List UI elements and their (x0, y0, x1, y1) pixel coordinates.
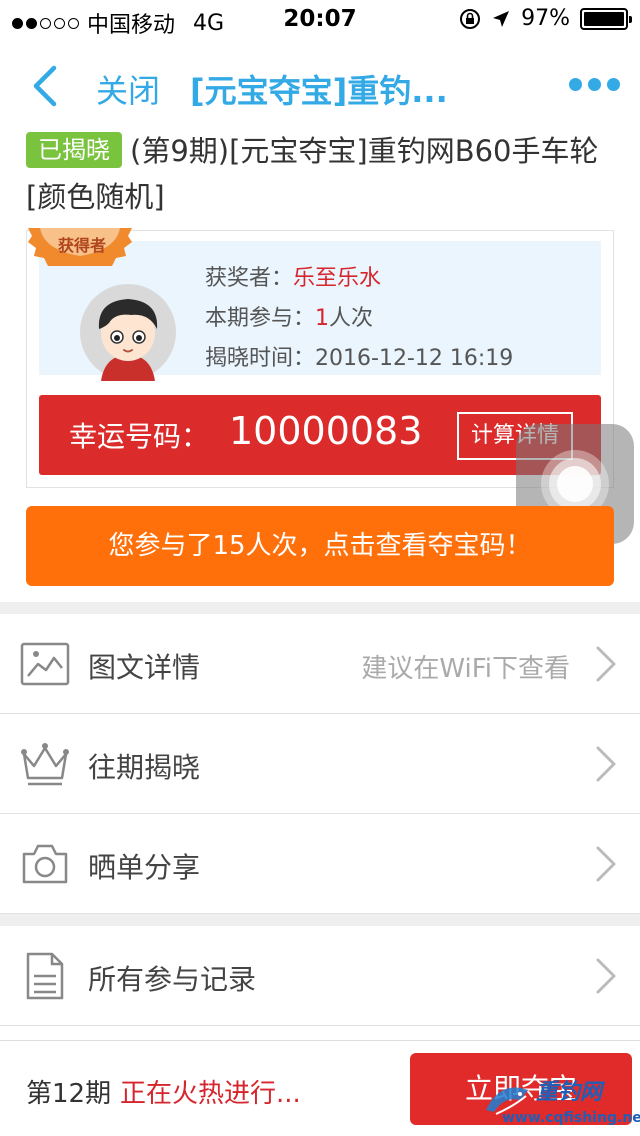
menu-item-label: 晒单分享 (88, 851, 201, 884)
more-options-icon[interactable] (569, 78, 620, 91)
chevron-right-icon (596, 846, 616, 882)
winner-badge-label: 获得者 (57, 236, 106, 255)
chevron-right-icon (596, 958, 616, 994)
rotation-lock-icon (460, 8, 481, 29)
participation-line: 本期参与：1人次 (205, 299, 513, 339)
camera-icon (22, 844, 68, 884)
reveal-time-line: 揭晓时间：2016-12-12 16:19 (205, 339, 513, 379)
revealed-tag: 已揭晓 (26, 132, 122, 168)
winner-line: 获奖者：乐至乐水 (205, 259, 513, 299)
lucky-number: 10000083 (229, 409, 423, 453)
reveal-time-label: 揭晓时间： (205, 346, 316, 371)
battery-percent: 97% (521, 6, 570, 31)
participation-count: 1 (315, 306, 330, 331)
current-period-status[interactable]: 正在火热进行... (120, 1073, 301, 1110)
back-arrow-icon[interactable] (28, 64, 68, 108)
crown-icon (21, 743, 69, 786)
chevron-right-icon (596, 746, 616, 782)
menu-item-share[interactable]: 晒单分享 (0, 814, 640, 914)
site-watermark: 重钓网 www.cqfishing.net (480, 1066, 640, 1132)
participation-label: 本期参与： (205, 306, 316, 331)
menu-item-label: 所有参与记录 (88, 963, 257, 996)
watermark-text: 重钓网 (536, 1080, 603, 1105)
menu-item-past-results[interactable]: 往期揭晓 (0, 714, 640, 814)
watermark-url: www.cqfishing.net (502, 1110, 640, 1126)
menu-item-all-records[interactable]: 所有参与记录 (0, 926, 640, 1026)
menu-item-details[interactable]: 图文详情 建议在WiFi下查看 (0, 614, 640, 714)
participation-unit: 人次 (329, 306, 374, 331)
menu-item-hint: 建议在WiFi下查看 (361, 654, 570, 684)
close-button[interactable]: 关闭 (96, 66, 160, 112)
winner-avatar (79, 283, 177, 381)
status-right: 97% (459, 6, 632, 31)
current-period: 第12期 (26, 1079, 112, 1109)
image-icon (20, 642, 70, 686)
status-bar: 中国移动 4G 20:07 97% (0, 0, 640, 40)
document-icon (26, 952, 64, 1000)
battery-icon (580, 7, 632, 30)
menu-item-label: 图文详情 (88, 651, 201, 684)
winner-label: 获奖者： (205, 266, 294, 291)
winner-details: 获奖者：乐至乐水 本期参与：1人次 揭晓时间：2016-12-12 16:19 (205, 259, 513, 379)
reveal-time: 2016-12-12 16:19 (315, 346, 514, 371)
chevron-right-icon (596, 646, 616, 682)
view-my-codes-button[interactable]: 您参与了15人次，点击查看夺宝码！ (26, 506, 614, 586)
nav-bar: 关闭 [元宝夺宝]重钓... (0, 40, 640, 128)
product-title: 已揭晓 (第9期)[元宝夺宝]重钓网B60手车轮[颜色随机] (26, 128, 622, 220)
menu-item-label: 往期揭晓 (88, 751, 201, 784)
location-arrow-icon (493, 10, 510, 27)
lucky-number-label: 幸运号码： (69, 420, 210, 453)
avatar-image-icon (80, 284, 176, 381)
page-title: [元宝夺宝]重钓... (190, 72, 448, 110)
winner-name[interactable]: 乐至乐水 (293, 266, 381, 291)
